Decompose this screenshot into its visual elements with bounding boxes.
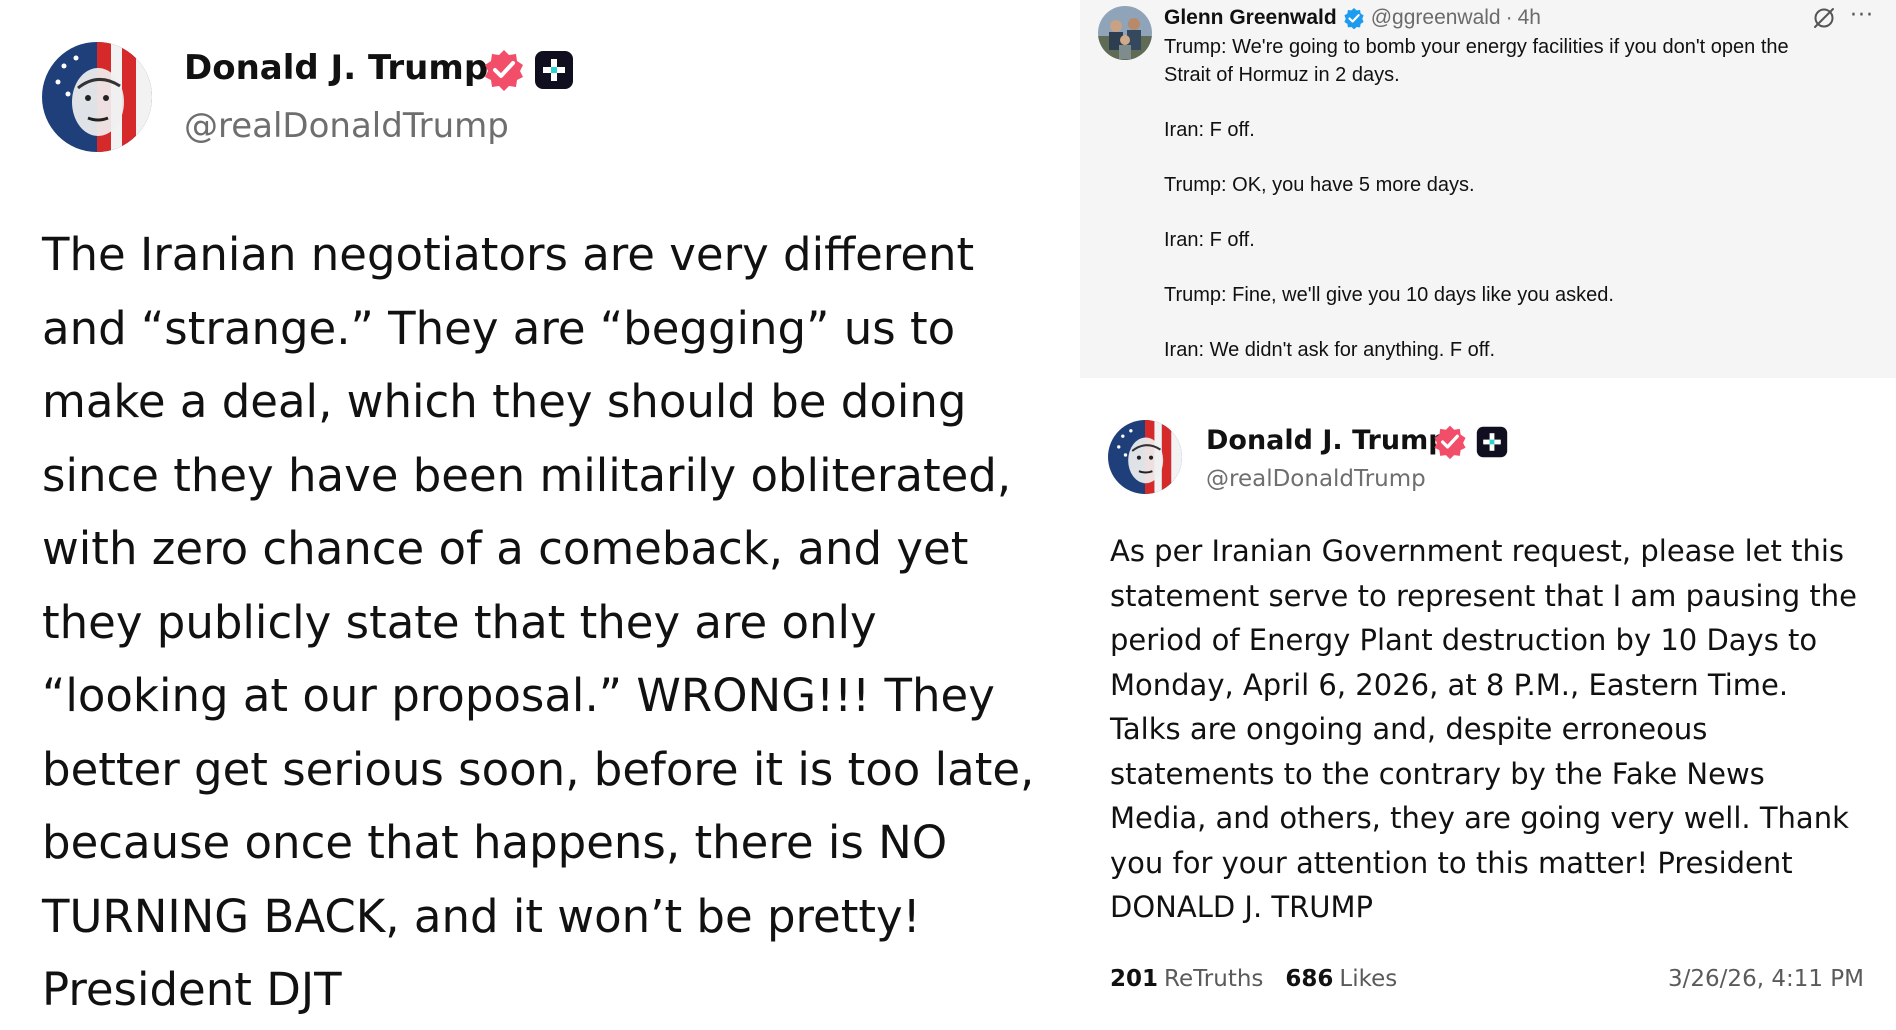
greenwald-tweet[interactable]: Glenn Greenwald @ggreenwald · 4h ··· Tru… — [1080, 0, 1896, 378]
post-stats: 201 ReTruths 686 Likes — [1110, 962, 1397, 996]
post-body: The Iranian negotiators are very differe… — [42, 218, 1042, 1027]
tweet-line: Iran: We didn't ask for anything. F off. — [1164, 338, 1496, 361]
verified-badge-icon — [1344, 8, 1364, 29]
retruths-label[interactable]: ReTruths — [1164, 966, 1263, 992]
author-name[interactable]: Donald J. Trump — [184, 46, 488, 90]
post-body-line: As per Iranian Government request, pleas… — [1110, 534, 1845, 568]
post-body-line: TURNING BACK, and it won’t be pretty! — [42, 889, 921, 943]
post-body-line: Monday, April 6, 2026, at 8 P.M., Easter… — [1110, 667, 1789, 702]
post-body-line: because once that happens, there is NO — [42, 816, 948, 869]
post-body-line: with zero chance of a comeback, and yet — [42, 522, 969, 575]
tweet-body: Trump: We're going to bomb your energy f… — [1164, 34, 1884, 364]
post-body-line: you for your attention to this matter! P… — [1110, 845, 1793, 880]
likes-label[interactable]: Likes — [1339, 966, 1397, 992]
truth-plus-icon — [1476, 426, 1508, 458]
post-body-line: better get serious soon, before it is to… — [42, 742, 1035, 796]
post-body-line: Talks are ongoing and, despite erroneous — [1110, 712, 1708, 746]
likes-count[interactable]: 686 — [1285, 966, 1333, 992]
tweet-line: Iran: F off. — [1164, 228, 1255, 251]
post-body-line: “looking at our proposal.” WRONG!!! They — [42, 669, 995, 722]
tweet-line: Strait of Hormuz in 2 days. — [1164, 63, 1400, 86]
tweet-author-name[interactable]: Glenn Greenwald — [1164, 6, 1337, 30]
tweet-timestamp[interactable]: 4h — [1518, 6, 1541, 30]
tweet-line: Trump: Fine, we'll give you 10 days like… — [1164, 283, 1614, 306]
tweet-line: Trump: We're going to bomb your energy f… — [1164, 36, 1789, 58]
post-body-line: statements to the contrary by the Fake N… — [1110, 756, 1765, 791]
post-body-line: President DJT — [42, 963, 342, 1016]
tweet-line: Iran: F off. — [1164, 118, 1255, 141]
grok-icon[interactable] — [1812, 6, 1836, 30]
post-body-line: statement serve to represent that I am p… — [1110, 578, 1857, 613]
author-name[interactable]: Donald J. Trump — [1206, 423, 1448, 459]
post-body-line: The Iranian negotiators are very differe… — [42, 228, 975, 281]
post-body: As per Iranian Government request, pleas… — [1110, 529, 1890, 930]
author-handle[interactable]: @realDonaldTrump — [1206, 463, 1426, 495]
post-body-line: Media, and others, they are going very w… — [1110, 801, 1849, 835]
left-truth-post: Donald J. Trump @realDonaldTrump The Ira… — [0, 0, 1060, 1030]
post-body-line: period of Energy Plant destruction by 10… — [1110, 623, 1818, 657]
author-handle[interactable]: @realDonaldTrump — [184, 104, 509, 148]
american-flag-portrait-avatar[interactable] — [1108, 420, 1182, 494]
verified-badge-icon — [485, 50, 523, 91]
retruths-count[interactable]: 201 — [1110, 966, 1158, 992]
verified-badge-icon — [1434, 425, 1466, 460]
more-options-icon[interactable]: ··· — [1850, 4, 1874, 28]
group-photo-avatar[interactable] — [1098, 6, 1152, 60]
post-timestamp[interactable]: 3/26/26, 4:11 PM — [1668, 962, 1864, 996]
right-truth-post: Donald J. Trump @realDonaldTrump As per … — [1080, 390, 1896, 1030]
post-body-line: since they have been militarily oblitera… — [42, 448, 1012, 502]
tweet-author-handle[interactable]: @ggreenwald — [1371, 6, 1501, 30]
truth-plus-icon — [535, 51, 573, 89]
separator-dot: · — [1505, 6, 1513, 29]
post-body-line: make a deal, which they should be doing — [42, 375, 967, 428]
tweet-line: Trump: OK, you have 5 more days. — [1164, 173, 1475, 196]
post-body-line: and “strange.” They are “begging” us to — [42, 301, 956, 355]
american-flag-portrait-avatar[interactable] — [42, 42, 152, 152]
tweet-header: Glenn Greenwald @ggreenwald · 4h — [1164, 4, 1541, 32]
post-body-line: they publicly state that they are only — [42, 595, 877, 649]
post-body-line: DONALD J. TRUMP — [1110, 890, 1373, 924]
